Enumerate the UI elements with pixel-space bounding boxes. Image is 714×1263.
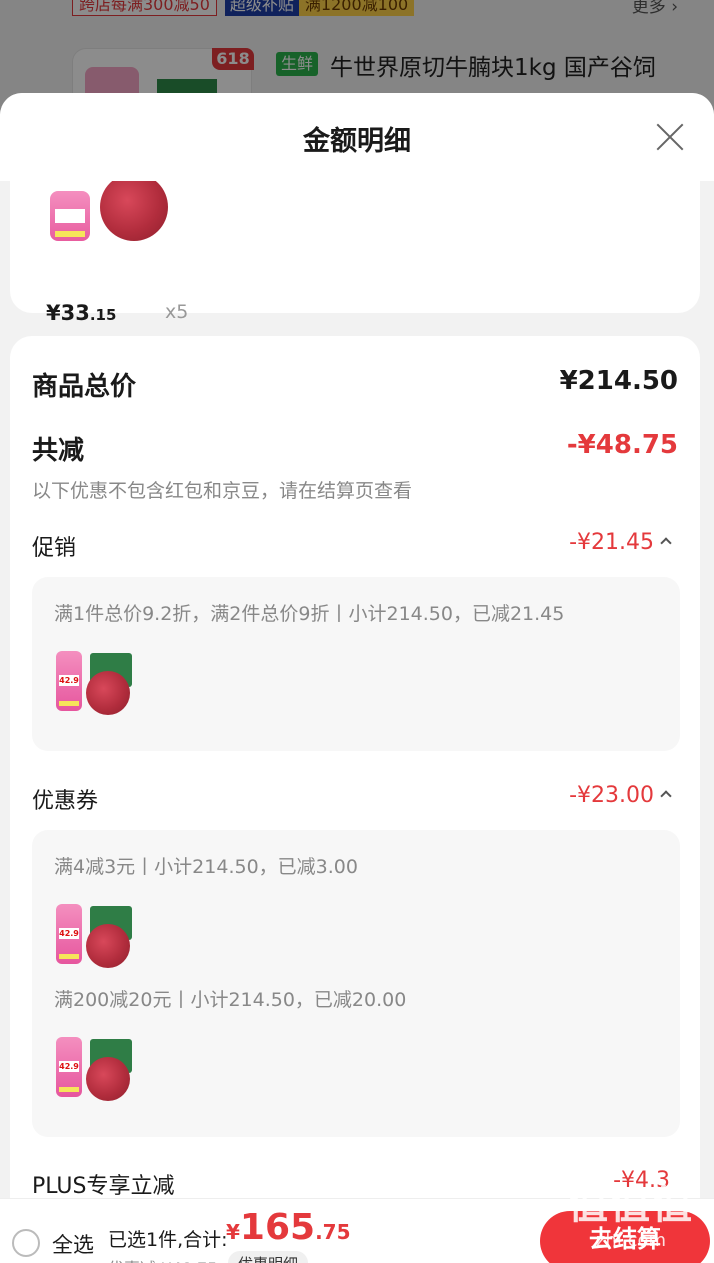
coupon-detail-1: 满4减3元丨小计214.50，已减3.00 [54, 856, 358, 878]
select-all-label[interactable]: 全选 [52, 1229, 94, 1259]
selected-summary-label: 已选1件,合计: [108, 1229, 228, 1251]
coupon-product-thumb-1: 42.9 [54, 904, 134, 968]
reduce-row: 共减 -¥48.75 [32, 430, 678, 467]
coupon-value: -¥23.00 [569, 783, 672, 808]
reduce-label: 共减 [32, 436, 85, 466]
total-amount: ¥165.75 [226, 1207, 351, 1248]
discount-detail-button[interactable]: 优惠明细 [228, 1251, 309, 1263]
coupon-detail-box: 满4减3元丨小计214.50，已减3.00 42.9 满200减20元丨小计21… [32, 830, 680, 1137]
discount-summary: 优惠减:¥48.75 [108, 1255, 217, 1263]
total-row: 商品总价 ¥214.50 [32, 366, 678, 403]
amount-card: 商品总价 ¥214.50 共减 -¥48.75 以下优惠不包含红包和京豆，请在结… [10, 336, 700, 1263]
amount-detail-sheet: 金额明细 ¥33.15 x5 商品总价 ¥214.50 共减 -¥48.75 以… [0, 93, 714, 1263]
product-pack-image [50, 191, 90, 241]
coupon-product-thumb-2: 42.9 [54, 1037, 134, 1101]
plus-label: PLUS专享立减 [32, 1174, 175, 1199]
total-label: 商品总价 [32, 372, 137, 402]
promo-detail: 满1件总价9.2折，满2件总价9折丨小计214.50，已减21.45 [54, 603, 565, 625]
site-watermark: 值值值 zhi.com [568, 1182, 694, 1251]
coupon-detail-2: 满200减20元丨小计214.50，已减20.00 [54, 989, 407, 1011]
promo-row[interactable]: 促销 -¥21.45 [32, 530, 678, 562]
promo-label: 促销 [32, 536, 77, 561]
promo-product-thumb: 42.9 [54, 651, 134, 715]
discount-note: 以下优惠不包含红包和京豆，请在结算页查看 [32, 480, 413, 502]
coupon-label: 优惠券 [32, 789, 99, 814]
chevron-up-icon [660, 790, 672, 802]
select-all-checkbox[interactable] [12, 1229, 40, 1257]
item-quantity: x5 [165, 301, 189, 323]
total-value: ¥214.50 [559, 366, 678, 396]
close-icon[interactable] [654, 121, 686, 153]
beef-image [100, 173, 168, 241]
item-price: ¥33.15 [46, 301, 117, 325]
sheet-header: 金额明细 [0, 93, 714, 181]
sheet-title: 金额明细 [303, 126, 411, 157]
promo-value: -¥21.45 [569, 530, 672, 555]
chevron-up-icon [660, 537, 672, 549]
reduce-value: -¥48.75 [566, 430, 678, 460]
coupon-row[interactable]: 优惠券 -¥23.00 [32, 783, 678, 815]
promo-detail-box: 满1件总价9.2折，满2件总价9折丨小计214.50，已减21.45 42.9 [32, 577, 680, 751]
